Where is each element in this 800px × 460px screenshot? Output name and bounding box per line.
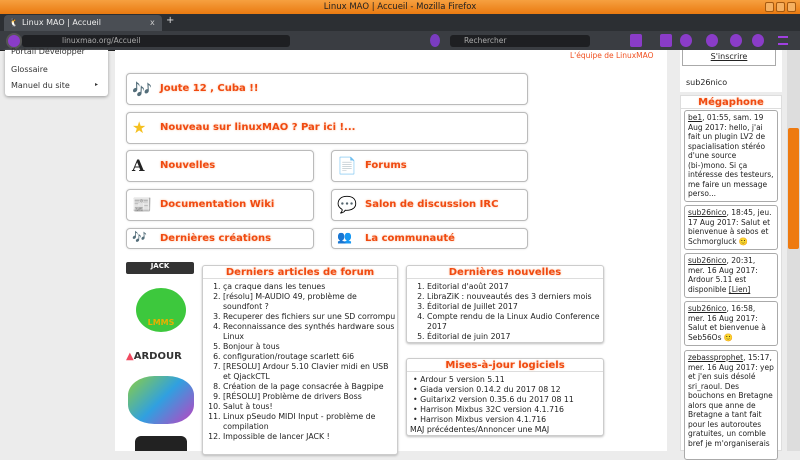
extension-icon[interactable] — [706, 34, 718, 47]
news-list: Editorial d'août 2017LibraZiK : nouveaut… — [407, 279, 603, 342]
updates-list: • Ardour 5 version 5.11 • Giada version 0… — [407, 372, 603, 425]
list-item[interactable]: [résolu] M-AUDIO 49, problème de soundfo… — [223, 292, 397, 312]
list-item[interactable]: LibraZiK : nouveautés des 3 derniers moi… — [427, 292, 603, 302]
message-author[interactable]: sub26nico — [688, 304, 727, 313]
forums-button[interactable]: 📄 Forums — [331, 150, 528, 182]
username: sub26nico — [686, 78, 728, 87]
fingerprint-icon[interactable] — [752, 34, 764, 47]
download-icon[interactable] — [630, 34, 642, 47]
forum-panel: Derniers articles de forum ça craque dan… — [202, 265, 398, 455]
people-icon: 👥 — [337, 230, 352, 244]
list-item[interactable]: • Harrison Mixbus 32C version 4.1.716 — [413, 405, 603, 415]
minimize-button[interactable] — [765, 2, 774, 12]
chevron-right-icon: ▸ — [95, 81, 99, 88]
message-author[interactable]: sub26nico — [688, 208, 727, 217]
wiki-button[interactable]: 📰 Documentation Wiki — [126, 189, 314, 221]
tab-accueil[interactable]: 🐧 Linux MAO | Accueil x — [4, 15, 162, 31]
tab-close-button[interactable]: x — [150, 15, 155, 31]
list-item[interactable]: Création de la page consacrée à Bagpipe — [223, 382, 397, 392]
headphone-icon[interactable] — [730, 34, 742, 47]
sidebar-menu: Portail Développer Glossaire Manuel du s… — [5, 47, 108, 96]
list-item[interactable]: • Guitarix2 version 0.35.6 du 2017 08 11 — [413, 395, 603, 405]
url-text: linuxmao.org/Accueil — [62, 36, 141, 45]
updates-title: Mises-à-jour logiciels — [407, 359, 603, 372]
message-author[interactable]: be1 — [688, 113, 702, 122]
message-author[interactable]: sub26nico — [688, 256, 727, 265]
tab-label: Linux MAO | Accueil — [22, 18, 101, 27]
close-window-button[interactable] — [787, 2, 796, 12]
search-input[interactable]: Rechercher — [450, 35, 590, 47]
sidebar-item-glossaire[interactable]: Glossaire — [11, 65, 48, 74]
list-item[interactable]: Éditorial de juin 2017 — [427, 332, 603, 342]
message: sub26nico, 20:31, mer. 16 Aug 2017: Ardo… — [684, 253, 778, 298]
list-item[interactable]: • Harrison Mixbus version 4.1.716 — [413, 415, 603, 425]
message-text: , 15:17, mer. 16 Aug 2017: yep et j'en s… — [688, 353, 774, 448]
maximize-button[interactable] — [776, 2, 785, 12]
speech-bubble-icon: 💬 — [337, 195, 357, 214]
lmms-logo[interactable]: LMMS — [136, 288, 186, 332]
forum-list: ça craque dans les tenues[résolu] M-AUDI… — [203, 279, 397, 442]
message: be1, 01:55, sam. 19 Aug 2017: hello, j'a… — [684, 110, 778, 202]
nouvelles-button[interactable]: A Nouvelles — [126, 150, 314, 182]
sidebar-item-manuel[interactable]: Manuel du site — [11, 81, 70, 90]
window-titlebar: Linux MAO | Accueil - Mozilla Firefox — [0, 0, 800, 14]
list-item[interactable]: Impossible de lancer JACK ! — [223, 432, 397, 442]
creations-button[interactable]: 🎶 Dernières créations — [126, 228, 314, 249]
message-author[interactable]: zebassprophet — [688, 353, 743, 362]
document-icon: 📄 — [337, 156, 357, 175]
window-title: Linux MAO | Accueil - Mozilla Firefox — [323, 2, 477, 12]
nouveau-button[interactable]: ★ Nouveau sur linuxMAO ? Par ici !... — [126, 112, 528, 144]
menu-icon[interactable] — [778, 36, 788, 45]
list-item[interactable]: Éditorial de Juillet 2017 — [427, 302, 603, 312]
music-notes-icon: 🎶 — [132, 230, 147, 244]
irc-button[interactable]: 💬 Salon de discussion IRC — [331, 189, 528, 221]
distro-logo[interactable] — [128, 376, 194, 424]
list-item[interactable]: Bonjour à tous — [223, 342, 397, 352]
message-text: , 01:55, sam. 19 Aug 2017: hello, j'ai f… — [688, 113, 774, 198]
list-item[interactable]: Editorial d'août 2017 — [427, 282, 603, 292]
scrollbar[interactable] — [787, 50, 800, 451]
message: zebassprophet, 15:17, mer. 16 Aug 2017: … — [684, 350, 778, 460]
communaute-button[interactable]: 👥 La communauté — [331, 228, 528, 249]
search-placeholder: Rechercher — [464, 36, 507, 45]
megaphone-title: Mégaphone — [681, 96, 781, 109]
list-item[interactable]: [RESOLU] Ardour 5.10 Clavier midi en USB… — [223, 362, 397, 382]
maj-link[interactable]: MAJ précédentes/Annoncer une MAJ — [407, 425, 603, 434]
message: sub26nico, 16:58, mer. 16 Aug 2017: Salu… — [684, 301, 778, 346]
list-item[interactable]: • Ardour 5 version 5.11 — [413, 375, 603, 385]
list-item[interactable]: [RÉSOLU] Problème de drivers Boss — [223, 392, 397, 402]
addon-icon[interactable] — [680, 34, 692, 47]
ardour-logo[interactable]: ▲ARDOUR — [126, 351, 182, 362]
jack-logo[interactable]: JACK — [126, 262, 194, 274]
list-item[interactable]: Reconnaissance des synthés hardware sous… — [223, 322, 397, 342]
letter-a-icon: A — [132, 156, 145, 175]
home-icon[interactable] — [660, 34, 672, 47]
list-item[interactable]: configuration/routage scarlett 6i6 — [223, 352, 397, 362]
list-item[interactable]: • Giada version 0.14.2 du 2017 08 12 — [413, 385, 603, 395]
list-item[interactable]: Linux pSeudo MIDI Input - problème de co… — [223, 412, 397, 432]
star-icon: ★ — [132, 118, 147, 137]
updates-panel: Mises-à-jour logiciels • Ardour 5 versio… — [406, 358, 604, 436]
tux-icon: 🐧 — [9, 18, 19, 27]
joute-button[interactable]: 🎶 Joute 12 , Cuba !! — [126, 73, 528, 105]
forum-title: Derniers articles de forum — [203, 266, 397, 279]
list-item[interactable]: Salut à tous! — [223, 402, 397, 412]
message-link[interactable]: [Lien] — [729, 285, 750, 294]
wiki-icon: 📰 — [132, 195, 152, 214]
url-bar[interactable]: linuxmao.org/Accueil — [22, 35, 290, 47]
message: sub26nico, 18:45, jeu. 17 Aug 2017: Salu… — [684, 205, 778, 250]
list-item[interactable]: Recuperer des fichiers sur une SD corrom… — [223, 312, 397, 322]
sidebar-item-portail[interactable]: Portail Développer — [11, 47, 85, 56]
new-tab-button[interactable]: + — [166, 15, 174, 26]
news-panel: Dernières nouvelles Editorial d'août 201… — [406, 265, 604, 343]
signup-button[interactable]: S'inscrire — [682, 50, 776, 66]
reload-icon[interactable] — [430, 34, 440, 47]
signature: L'équipe de LinuxMAO — [570, 51, 654, 60]
list-item[interactable]: Compte rendu de la Linux Audio Conferenc… — [427, 312, 603, 332]
logo-partial[interactable] — [135, 436, 187, 451]
scrollbar-thumb[interactable] — [788, 128, 799, 249]
news-title: Dernières nouvelles — [407, 266, 603, 279]
music-notes-icon: 🎶 — [132, 80, 152, 99]
list-item[interactable]: ça craque dans les tenues — [223, 282, 397, 292]
